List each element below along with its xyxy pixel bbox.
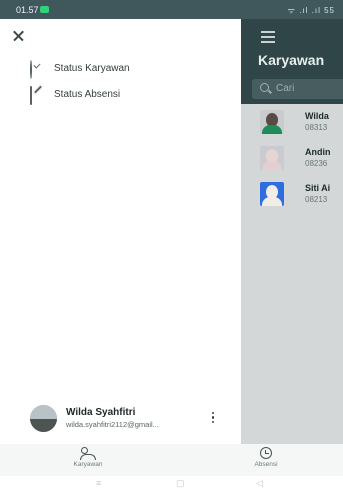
recents-button[interactable]: ≡ (96, 478, 101, 488)
close-icon[interactable] (8, 25, 30, 47)
navigation-drawer: Status Karyawan Status Absensi Wilda Sya… (0, 19, 241, 444)
list-item[interactable]: Siti Ai 08213 (241, 176, 343, 212)
home-button[interactable]: ▢ (176, 478, 185, 489)
search-input[interactable]: Cari (252, 79, 343, 99)
menu-item-status-karyawan[interactable]: Status Karyawan (30, 57, 220, 79)
employee-name: Andin (305, 147, 331, 157)
system-navigation-bar: ≡ ▢ ◁ (0, 476, 343, 492)
profile-email: wilda.syahfitri2112@gmail... (66, 420, 159, 429)
profile-name: Wilda Syahfitri (66, 407, 136, 418)
nav-label: Karyawan (73, 461, 103, 468)
search-icon (260, 83, 269, 92)
back-button[interactable]: ◁ (256, 478, 263, 489)
more-options-icon[interactable] (210, 412, 216, 426)
employee-list: Wilda 08313 Andin 08236 Siti Ai 08213 (241, 104, 343, 212)
employee-phone: 08313 (305, 123, 328, 132)
employee-phone: 08236 (305, 159, 328, 168)
page-title: Karyawan (258, 52, 325, 68)
avatar (260, 182, 284, 206)
menu-item-label: Status Karyawan (54, 62, 130, 74)
status-time: 01.57 (16, 5, 39, 15)
list-item[interactable]: Wilda 08313 (241, 104, 343, 140)
bottom-navigation: Karyawan Absensi (0, 444, 343, 476)
employee-name: Siti Ai (305, 183, 331, 193)
avatar (30, 405, 57, 432)
signal-battery-icons: ᯤ .ıl .ıl 55 (287, 6, 335, 15)
edit-icon (30, 86, 44, 105)
hamburger-menu-icon[interactable] (261, 31, 275, 46)
employee-phone: 08213 (305, 195, 328, 204)
nav-label: Absensi (254, 461, 278, 468)
user-profile[interactable]: Wilda Syahfitri wilda.syahfitri2112@gmai… (30, 403, 230, 433)
nav-item-karyawan[interactable]: Karyawan (58, 447, 118, 468)
avatar (260, 146, 284, 170)
clock-icon (260, 447, 272, 459)
avatar (260, 110, 284, 134)
employee-name: Wilda (305, 111, 329, 121)
notification-icon (40, 6, 49, 13)
status-bar: 01.57 ᯤ .ıl .ıl 55 (0, 0, 343, 19)
app-header: Karyawan Cari (241, 19, 343, 104)
search-placeholder: Cari (276, 83, 295, 94)
list-item[interactable]: Andin 08236 (241, 140, 343, 176)
check-circle-icon (30, 60, 44, 79)
nav-item-absensi[interactable]: Absensi (236, 447, 296, 468)
menu-item-status-absensi[interactable]: Status Absensi (30, 83, 220, 105)
background-app-screen: Karyawan Cari Wilda 08313 Andin 08236 Si… (241, 19, 343, 444)
people-icon (80, 447, 96, 460)
menu-item-label: Status Absensi (54, 88, 121, 100)
